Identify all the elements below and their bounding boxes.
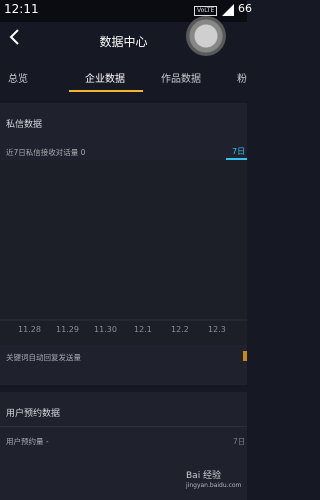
metric-label-reservations: 用户预约量 - <box>6 437 49 446</box>
section-divider <box>0 426 247 427</box>
accent-marker <box>243 351 247 361</box>
watermark-url: jingyan.baidu.com <box>186 482 242 489</box>
x-tick-label: 12.1 <box>134 325 152 334</box>
metric-label-keyword-autoreply: 关键词自动回复发送量 <box>6 353 81 362</box>
tab-bar: 总览 企业数据 作品数据 粉 <box>0 64 247 94</box>
x-tick-label: 11.29 <box>56 325 79 334</box>
tab-overview[interactable]: 总览 <box>8 70 28 85</box>
status-time: 12:11 <box>4 2 39 16</box>
x-tick-label: 11.28 <box>18 325 41 334</box>
range-tab-7day[interactable]: 7日 <box>232 146 245 157</box>
active-tab-indicator <box>69 90 143 92</box>
trend-chart <box>0 160 247 345</box>
floating-assistive-button[interactable] <box>186 16 226 56</box>
x-tick-label: 12.3 <box>208 325 226 334</box>
section-title-reservation: 用户预约数据 <box>6 409 61 419</box>
battery-level: 66 <box>238 2 252 15</box>
tab-fans[interactable]: 粉 <box>237 70 247 85</box>
watermark-brand: Bai 经验 <box>186 471 222 481</box>
network-badge: VoLTE <box>194 6 218 16</box>
tab-enterprise-data[interactable]: 企业数据 <box>85 70 125 85</box>
navigation-bar: 数据中心 <box>0 16 247 64</box>
private-message-card: 私信数据 近7日私信接收对话量 0 7日 11.28 11.29 11.30 1… <box>0 103 247 385</box>
metric-label-7day-conversations: 近7日私信接收对话量 0 <box>6 148 86 157</box>
tab-works-data[interactable]: 作品数据 <box>161 70 201 85</box>
baidu-jingyan-watermark: Bai 经验 jingyan.baidu.com <box>186 468 241 489</box>
range-tab-7day[interactable]: 7日 <box>233 436 245 447</box>
x-tick-label: 12.2 <box>171 325 189 334</box>
x-tick-label: 11.30 <box>94 325 117 334</box>
signal-icon <box>222 4 234 16</box>
section-title-private-message: 私信数据 <box>6 120 43 130</box>
